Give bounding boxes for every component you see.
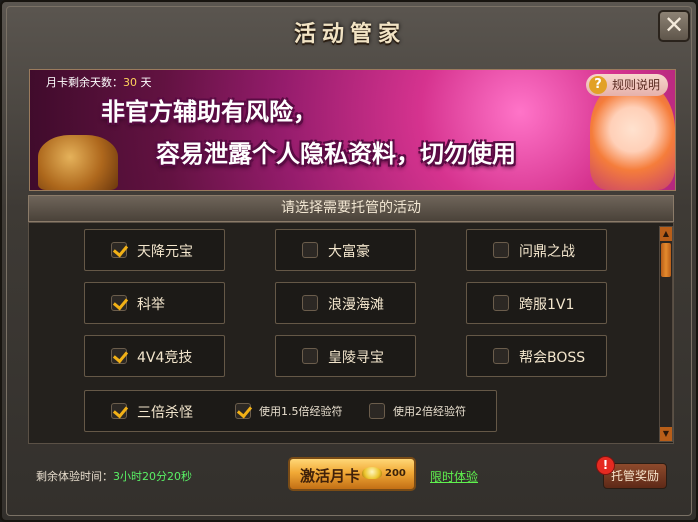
activity-label: 浪漫海滩 (328, 297, 384, 313)
activity-label: 跨服1V1 (519, 297, 575, 313)
activity-label: 问鼎之战 (519, 244, 575, 260)
rules-help-label: 规则说明 (612, 78, 661, 92)
scroll-down-arrow[interactable]: ▼ (660, 427, 672, 441)
character-illustration (590, 80, 675, 190)
rules-help-button[interactable]: ? 规则说明 (586, 74, 669, 96)
activate-price: 200 (385, 468, 406, 479)
activity-option-tianjiang[interactable]: 天降元宝 (84, 229, 225, 271)
scroll-up-arrow[interactable]: ▲ (660, 227, 672, 241)
checkbox[interactable] (111, 348, 127, 364)
activity-manager-window: 活动管家 ✕ 月卡剩余天数：30 天 ? 规则说明 非官方辅助有风险， 容易泄露… (0, 0, 698, 522)
activity-option-cross-1v1[interactable]: 跨服1V1 (466, 282, 607, 324)
activity-option-triple-kill[interactable]: 三倍杀怪 使用1.5倍经验符 使用2倍经验符 (84, 390, 497, 432)
exp-2-label: 使用2倍经验符 (393, 405, 466, 418)
treasure-pot-image (38, 135, 118, 190)
question-icon: ? (589, 76, 607, 94)
scrollbar[interactable]: ▲ ▼ (659, 226, 673, 442)
activity-label: 皇陵寻宝 (328, 350, 384, 366)
activity-label: 大富豪 (328, 244, 370, 260)
hosting-reward-button[interactable]: ! 托管奖励 (596, 456, 667, 489)
remaining-trial-time: 剩余体验时间：3小时20分20秒 (36, 470, 192, 483)
checkbox[interactable] (111, 242, 127, 258)
month-card-days: 月卡剩余天数：30 天 (46, 76, 152, 89)
reward-label: 托管奖励 (610, 469, 659, 483)
warning-line-1: 非官方辅助有风险， (101, 98, 317, 126)
close-button[interactable]: ✕ (658, 10, 690, 42)
exclamation-icon: ! (596, 456, 615, 475)
checkbox[interactable] (493, 348, 509, 364)
activity-option-4v4[interactable]: 4V4竞技 (84, 335, 225, 377)
exp-1-5-label: 使用1.5倍经验符 (259, 405, 343, 418)
checkbox[interactable] (302, 348, 318, 364)
checkbox[interactable] (493, 295, 509, 311)
checkbox[interactable] (302, 295, 318, 311)
activity-option-wending[interactable]: 问鼎之战 (466, 229, 607, 271)
activity-option-tomb[interactable]: 皇陵寻宝 (275, 335, 416, 377)
gold-ingot-icon (362, 467, 382, 479)
exp-1-5-checkbox[interactable] (235, 403, 251, 419)
title-bar: 活动管家 (12, 8, 688, 52)
exp-2-checkbox[interactable] (369, 403, 385, 419)
limited-trial-link[interactable]: 限时体验 (430, 468, 478, 485)
activity-label: 三倍杀怪 (137, 405, 193, 421)
activate-label: 激活月卡 (300, 467, 361, 485)
checkbox[interactable] (302, 242, 318, 258)
activity-label: 科举 (137, 297, 165, 313)
warning-line-2: 容易泄露个人隐私资料，切勿使用 (156, 140, 516, 168)
activate-month-card-button[interactable]: 激活月卡 200 (288, 457, 416, 491)
activity-label: 天降元宝 (137, 244, 193, 260)
section-header: 请选择需要托管的活动 (28, 195, 674, 222)
scroll-thumb[interactable] (661, 243, 671, 277)
days-value: 30 (123, 76, 137, 89)
activity-option-keju[interactable]: 科举 (84, 282, 225, 324)
activity-label: 帮会BOSS (519, 350, 586, 366)
activity-option-dafuhao[interactable]: 大富豪 (275, 229, 416, 271)
activity-option-guild-boss[interactable]: 帮会BOSS (466, 335, 607, 377)
activity-option-beach[interactable]: 浪漫海滩 (275, 282, 416, 324)
checkbox[interactable] (111, 403, 127, 419)
warning-banner: 月卡剩余天数：30 天 ? 规则说明 非官方辅助有风险， 容易泄露个人隐私资料，… (29, 69, 676, 191)
close-icon: ✕ (663, 11, 685, 39)
checkbox[interactable] (111, 295, 127, 311)
window-title: 活动管家 (293, 21, 406, 47)
activity-label: 4V4竞技 (137, 350, 193, 366)
remaining-time-value: 3小时20分20秒 (113, 470, 192, 483)
checkbox[interactable] (493, 242, 509, 258)
